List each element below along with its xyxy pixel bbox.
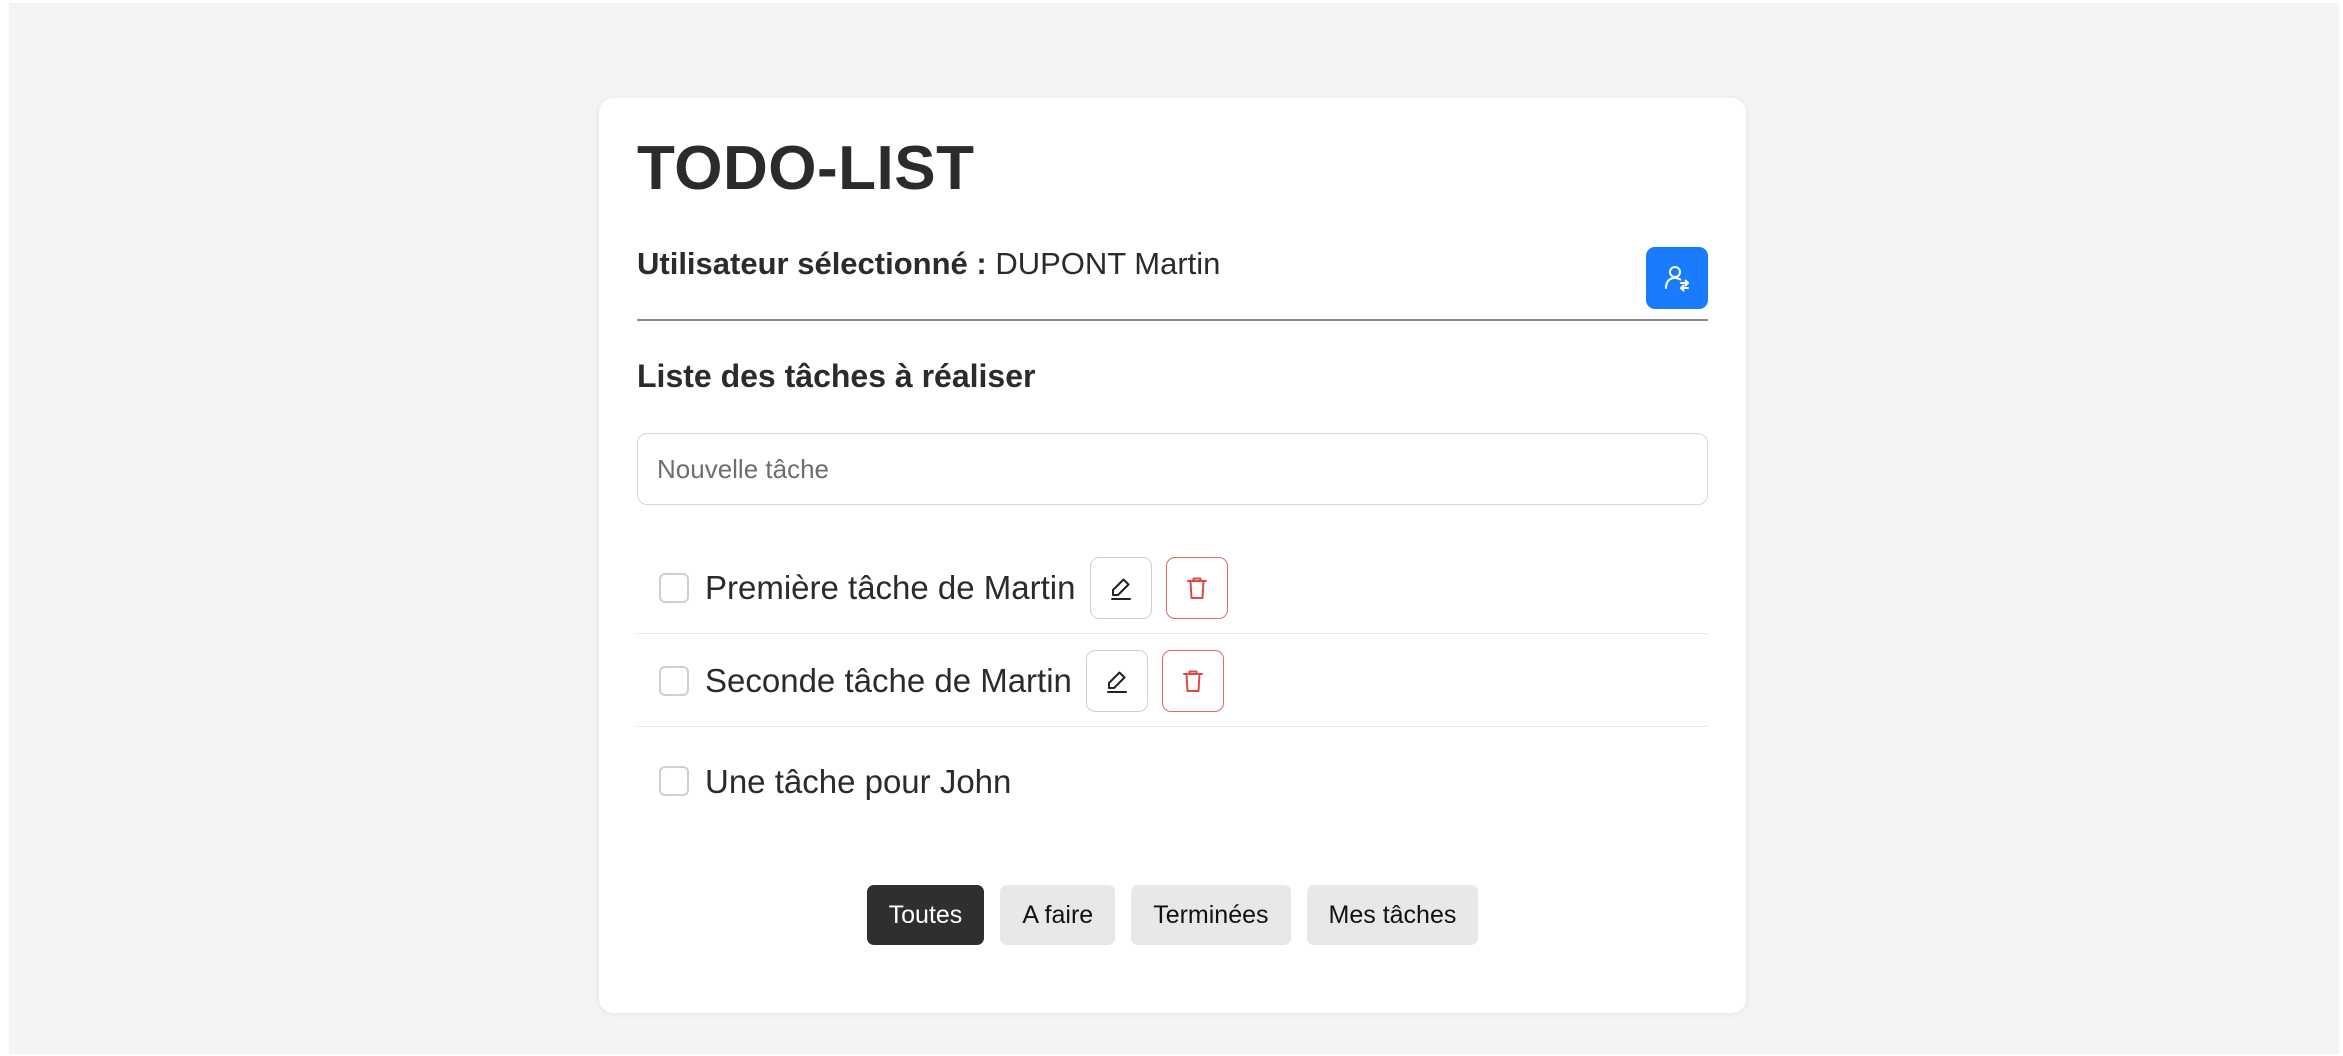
delete-task-button[interactable]	[1161, 649, 1224, 712]
tasks-section-title: Liste des tâches à réaliser	[637, 358, 1036, 394]
filter-bar: Toutes A faire Terminées Mes tâches	[599, 885, 1746, 945]
task-checkbox[interactable]	[659, 572, 689, 603]
user-switch-icon	[1661, 262, 1693, 294]
filter-todo-button[interactable]: A faire	[1000, 885, 1116, 945]
edit-task-button[interactable]	[1085, 649, 1148, 712]
edit-task-button[interactable]	[1089, 556, 1152, 619]
task-label: Première tâche de Martin	[705, 569, 1076, 606]
user-divider	[637, 319, 1708, 321]
frame-edge-left	[0, 0, 9, 1056]
pencil-icon	[1102, 666, 1132, 696]
pencil-icon	[1106, 573, 1136, 603]
frame-edge-right	[2339, 0, 2343, 1056]
frame-edge-top	[0, 0, 2343, 3]
task-row: Seconde tâche de Martin	[637, 635, 1708, 727]
filter-my-tasks-button[interactable]: Mes tâches	[1306, 885, 1479, 945]
task-label: Une tâche pour John	[705, 762, 1012, 800]
selected-user-label: Utilisateur sélectionné :	[637, 246, 987, 281]
todo-card: TODO-LIST Utilisateur sélectionné : DUPO…	[599, 98, 1746, 1013]
filter-done-button[interactable]: Terminées	[1131, 885, 1291, 945]
trash-icon	[1182, 573, 1212, 603]
delete-task-button[interactable]	[1165, 556, 1228, 619]
new-task-input[interactable]	[637, 433, 1708, 505]
task-label: Seconde tâche de Martin	[705, 662, 1072, 699]
task-checkbox[interactable]	[659, 665, 689, 696]
task-row: Première tâche de Martin	[637, 542, 1708, 634]
task-row: Une tâche pour John	[637, 749, 1708, 813]
change-user-button[interactable]	[1646, 247, 1708, 309]
selected-user-line: Utilisateur sélectionné : DUPONT Martin	[637, 248, 1220, 279]
app-title: TODO-LIST	[637, 134, 975, 203]
selected-user-name: DUPONT Martin	[995, 246, 1221, 281]
filter-all-button[interactable]: Toutes	[866, 885, 985, 945]
task-checkbox[interactable]	[659, 766, 689, 796]
trash-icon	[1178, 666, 1208, 696]
